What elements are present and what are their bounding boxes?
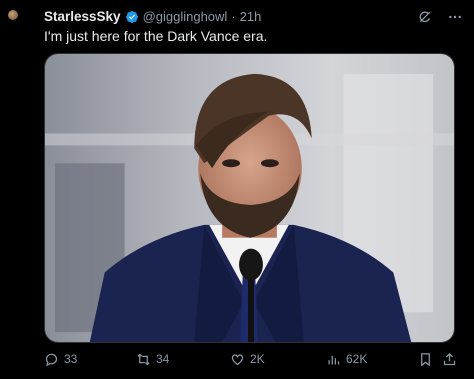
header-separator: · bbox=[231, 9, 236, 24]
display-name[interactable]: StarlessSky bbox=[44, 9, 121, 24]
tweet-card[interactable]: StarlessSky @gigglinghowl · 21h I'm just… bbox=[0, 0, 474, 379]
reply-count: 33 bbox=[64, 352, 78, 366]
user-handle[interactable]: @gigglinghowl bbox=[143, 9, 228, 24]
retweet-count: 34 bbox=[156, 352, 170, 366]
view-count: 62K bbox=[346, 352, 368, 366]
bookmark-icon bbox=[421, 352, 430, 366]
tweet-top-actions bbox=[416, 8, 464, 26]
like-count: 2K bbox=[250, 352, 265, 366]
bookmark-button[interactable] bbox=[418, 352, 433, 367]
views-icon bbox=[328, 355, 340, 364]
tweet-header: StarlessSky @gigglinghowl · 21h bbox=[44, 9, 261, 24]
like-button[interactable]: 2K bbox=[230, 352, 265, 367]
more-icon[interactable] bbox=[446, 8, 464, 26]
share-icon bbox=[443, 352, 456, 365]
heart-icon bbox=[231, 353, 244, 365]
views-button[interactable]: 62K bbox=[326, 352, 367, 367]
reply-icon bbox=[45, 353, 58, 366]
reply-button[interactable]: 33 bbox=[44, 352, 77, 367]
tweet-actions-bar: 33 34 2K 62K bbox=[44, 349, 458, 369]
retweet-button[interactable]: 34 bbox=[136, 352, 169, 367]
grok-icon[interactable] bbox=[416, 8, 434, 26]
verified-badge-icon bbox=[125, 10, 139, 24]
retweet-icon bbox=[137, 353, 150, 365]
share-button[interactable] bbox=[442, 352, 457, 367]
avatar[interactable] bbox=[8, 10, 18, 20]
tweet-photo[interactable] bbox=[44, 53, 455, 343]
tweet-text: I'm just here for the Dark Vance era. bbox=[44, 28, 268, 44]
tweet-timestamp[interactable]: 21h bbox=[240, 9, 262, 24]
